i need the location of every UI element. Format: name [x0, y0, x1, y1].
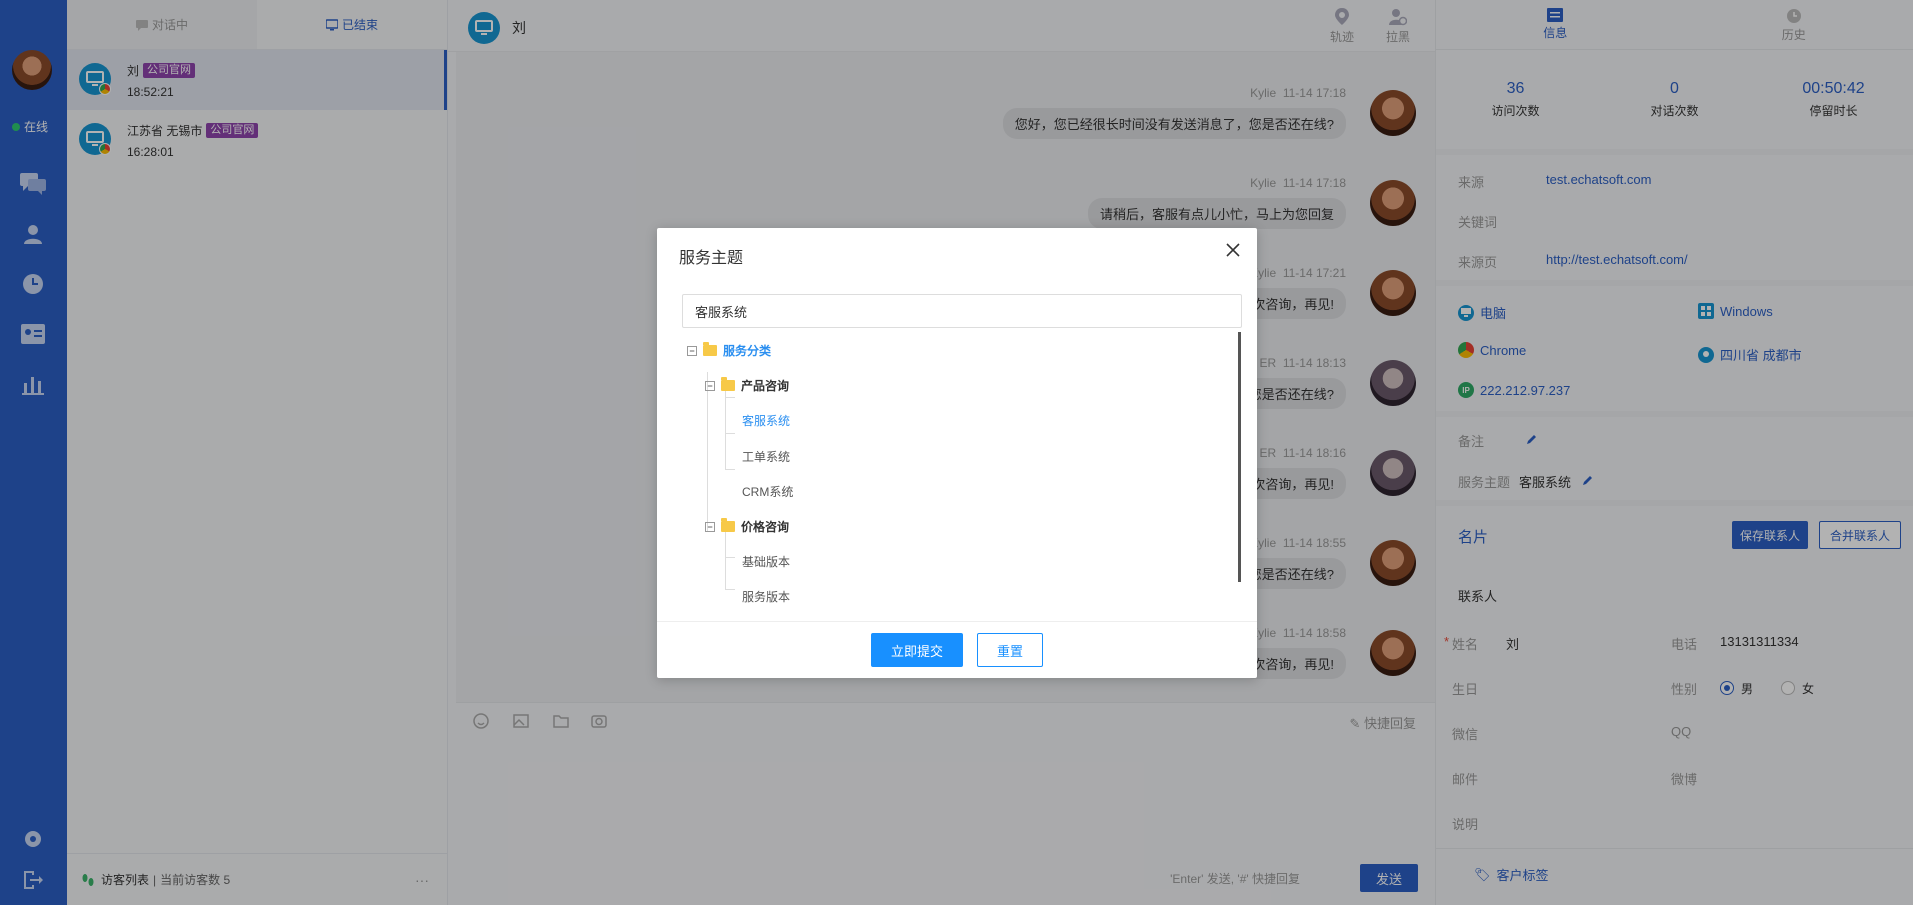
dialog-footer: 立即提交 重置	[657, 621, 1257, 678]
submit-button[interactable]: 立即提交	[871, 633, 963, 667]
service-topic-dialog: 服务主题 − 服务分类 − 产品咨询 客服系统 工单系统 CRM系统 − 价格咨…	[657, 228, 1257, 678]
tree-node-leaf[interactable]: 服务版本	[742, 588, 790, 605]
folder-icon	[721, 518, 735, 532]
tree-line	[725, 397, 735, 398]
tree-node-leaf[interactable]: CRM系统	[742, 483, 793, 500]
tree-line	[725, 469, 735, 470]
tree-node-group[interactable]: − 产品咨询	[705, 377, 789, 394]
tree-line	[725, 433, 735, 434]
tree-node-leaf[interactable]: 工单系统	[742, 448, 790, 465]
reset-button[interactable]: 重置	[977, 633, 1043, 667]
dialog-title: 服务主题	[679, 250, 744, 267]
collapse-toggle[interactable]: −	[687, 345, 697, 356]
topic-tree: − 服务分类 − 产品咨询 客服系统 工单系统 CRM系统 − 价格咨询 基础版…	[679, 330, 1241, 620]
folder-icon	[703, 342, 717, 356]
tree-node-group[interactable]: − 价格咨询	[705, 518, 789, 535]
tree-node-leaf-selected[interactable]: 客服系统	[742, 412, 790, 429]
close-icon[interactable]	[1223, 240, 1243, 260]
tree-line	[725, 557, 735, 558]
collapse-toggle[interactable]: −	[705, 380, 715, 391]
tree-node-leaf[interactable]: 基础版本	[742, 553, 790, 570]
tree-line	[725, 386, 726, 469]
tree-node-root[interactable]: − 服务分类	[687, 342, 771, 359]
tree-line	[725, 589, 735, 590]
tree-line	[707, 372, 708, 532]
collapse-toggle[interactable]: −	[705, 521, 715, 532]
tree-scrollbar[interactable]	[1238, 332, 1241, 582]
folder-icon	[721, 377, 735, 391]
topic-search-input[interactable]	[682, 294, 1242, 328]
